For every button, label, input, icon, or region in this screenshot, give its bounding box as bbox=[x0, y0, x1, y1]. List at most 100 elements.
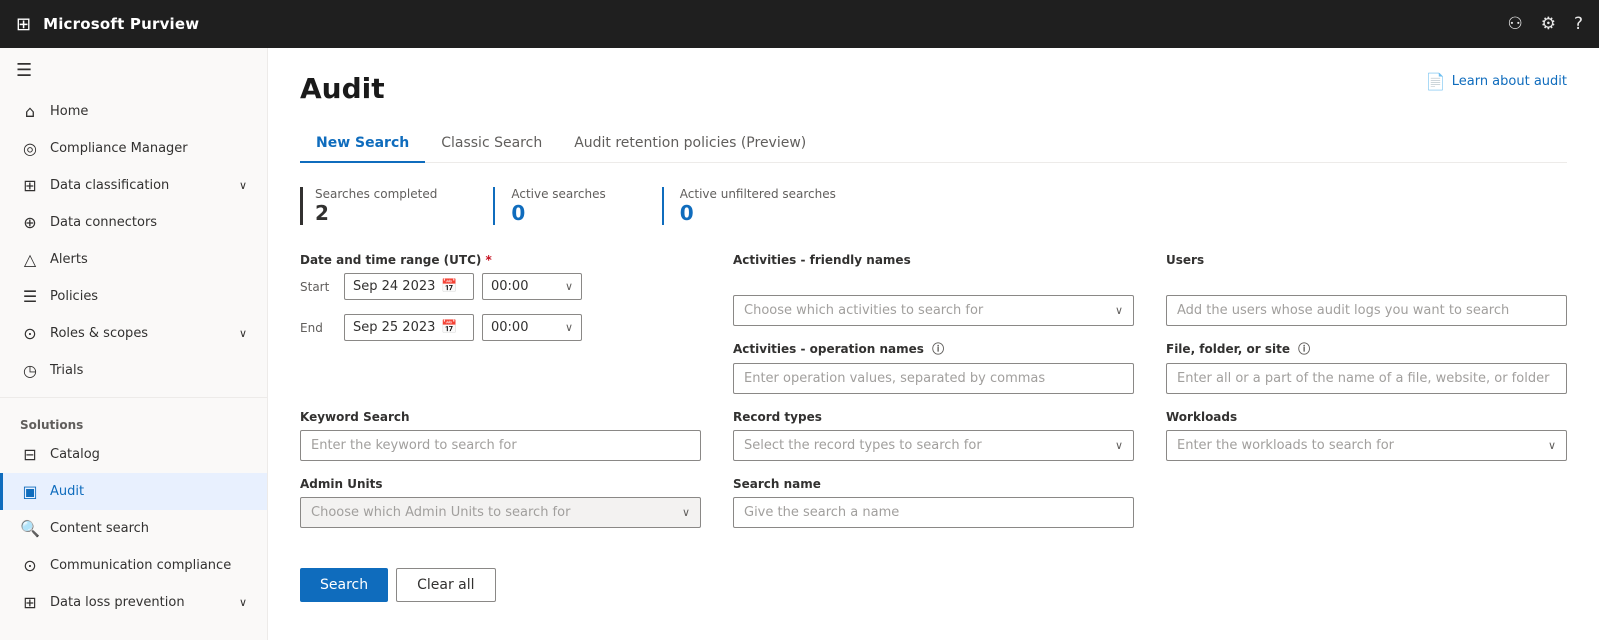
chevron-down-icon: ∨ bbox=[239, 596, 247, 609]
data-connectors-icon: ⊕ bbox=[20, 213, 40, 232]
workloads-group: Workloads Enter the workloads to search … bbox=[1166, 410, 1567, 461]
search-name-group: Search name bbox=[733, 477, 1134, 528]
record-types-select[interactable]: Select the record types to search for ∨ bbox=[733, 430, 1134, 461]
waffle-icon[interactable]: ⊞ bbox=[16, 14, 31, 35]
admin-units-label: Admin Units bbox=[300, 477, 701, 491]
record-types-group: Record types Select the record types to … bbox=[733, 410, 1134, 461]
sidebar-item-label: Home bbox=[50, 104, 88, 119]
sidebar-item-label: Catalog bbox=[50, 447, 100, 462]
sidebar-item-audit[interactable]: ▣ Audit bbox=[0, 473, 267, 510]
start-date-value: Sep 24 2023 bbox=[353, 279, 435, 294]
data-classification-icon: ⊞ bbox=[20, 176, 40, 195]
clear-all-button[interactable]: Clear all bbox=[396, 568, 495, 602]
record-types-placeholder: Select the record types to search for bbox=[744, 438, 982, 453]
content-search-icon: 🔍 bbox=[20, 519, 40, 538]
activities-friendly-placeholder: Choose which activities to search for bbox=[744, 303, 983, 318]
sidebar: ☰ ⌂ Home ◎ Compliance Manager ⊞ Data cla… bbox=[0, 48, 268, 640]
settings-icon[interactable]: ⚙ bbox=[1541, 14, 1556, 34]
policies-icon: ☰ bbox=[20, 287, 40, 306]
share-icon[interactable]: ⚇ bbox=[1507, 14, 1522, 34]
start-date-input[interactable]: Sep 24 2023 📅 bbox=[344, 273, 474, 300]
sidebar-item-alerts[interactable]: △ Alerts bbox=[0, 241, 267, 278]
sidebar-item-compliance-manager[interactable]: ◎ Compliance Manager bbox=[0, 130, 267, 167]
learn-about-audit-link[interactable]: 📄 Learn about audit bbox=[1426, 72, 1567, 91]
users-group: Users File, folder, or site ⓘ bbox=[1166, 253, 1567, 394]
audit-icon: ▣ bbox=[20, 482, 40, 501]
search-name-label: Search name bbox=[733, 477, 1134, 491]
search-name-input[interactable] bbox=[733, 497, 1134, 528]
end-date-value: Sep 25 2023 bbox=[353, 320, 435, 335]
main-content: Audit 📄 Learn about audit New Search Cla… bbox=[268, 48, 1599, 640]
stat-active-unfiltered: Active unfiltered searches 0 bbox=[662, 187, 864, 225]
workloads-placeholder: Enter the workloads to search for bbox=[1177, 438, 1394, 453]
stat-label: Searches completed bbox=[315, 187, 437, 201]
sidebar-item-trials[interactable]: ◷ Trials bbox=[0, 352, 267, 389]
communication-icon: ⊙ bbox=[20, 556, 40, 575]
learn-link-text: Learn about audit bbox=[1452, 74, 1567, 89]
stat-value: 0 bbox=[680, 201, 836, 225]
tab-new-search[interactable]: New Search bbox=[300, 125, 425, 163]
end-time-value: 00:00 bbox=[491, 320, 528, 335]
chevron-down-icon: ∨ bbox=[565, 280, 573, 293]
admin-units-placeholder: Choose which Admin Units to search for bbox=[311, 505, 570, 520]
admin-units-select[interactable]: Choose which Admin Units to search for ∨ bbox=[300, 497, 701, 528]
catalog-icon: ⊟ bbox=[20, 445, 40, 464]
stat-active-searches: Active searches 0 bbox=[493, 187, 633, 225]
chevron-down-icon: ∨ bbox=[239, 327, 247, 340]
sidebar-divider bbox=[0, 397, 267, 398]
users-input[interactable] bbox=[1166, 295, 1567, 326]
file-folder-input[interactable] bbox=[1166, 363, 1567, 394]
sidebar-item-label: Audit bbox=[50, 484, 84, 499]
end-date-input[interactable]: Sep 25 2023 📅 bbox=[344, 314, 474, 341]
sidebar-item-roles-scopes[interactable]: ⊙ Roles & scopes ∨ bbox=[0, 315, 267, 352]
sidebar-item-label: Compliance Manager bbox=[50, 141, 188, 156]
sidebar-item-communication-compliance[interactable]: ⊙ Communication compliance bbox=[0, 547, 267, 584]
sidebar-item-data-loss-prevention[interactable]: ⊞ Data loss prevention ∨ bbox=[0, 584, 267, 621]
file-folder-label: File, folder, or site ⓘ bbox=[1166, 340, 1567, 357]
activities-operation-input[interactable] bbox=[733, 363, 1134, 394]
sidebar-item-label: Roles & scopes bbox=[50, 326, 148, 341]
roles-icon: ⊙ bbox=[20, 324, 40, 343]
tabs-container: New Search Classic Search Audit retentio… bbox=[300, 125, 1567, 163]
tab-classic-search[interactable]: Classic Search bbox=[425, 125, 558, 163]
chevron-down-icon: ∨ bbox=[1115, 439, 1123, 452]
sidebar-item-data-classification[interactable]: ⊞ Data classification ∨ bbox=[0, 167, 267, 204]
activities-friendly-select[interactable]: Choose which activities to search for ∨ bbox=[733, 295, 1134, 326]
sidebar-item-label: Alerts bbox=[50, 252, 88, 267]
sidebar-item-label: Policies bbox=[50, 289, 98, 304]
activities-friendly-label: Activities - friendly names bbox=[733, 253, 1134, 267]
stat-value: 0 bbox=[511, 201, 605, 225]
main-layout: ☰ ⌂ Home ◎ Compliance Manager ⊞ Data cla… bbox=[0, 48, 1599, 640]
alerts-icon: △ bbox=[20, 250, 40, 269]
sidebar-item-data-connectors[interactable]: ⊕ Data connectors bbox=[0, 204, 267, 241]
topbar: ⊞ Microsoft Purview ⚇ ⚙ ? bbox=[0, 0, 1599, 48]
sidebar-item-policies[interactable]: ☰ Policies bbox=[0, 278, 267, 315]
keyword-input[interactable] bbox=[300, 430, 701, 461]
tab-audit-retention[interactable]: Audit retention policies (Preview) bbox=[558, 125, 822, 163]
sidebar-item-catalog[interactable]: ⊟ Catalog bbox=[0, 436, 267, 473]
calendar-icon: 📅 bbox=[441, 279, 457, 294]
date-range-label: Date and time range (UTC) * bbox=[300, 253, 701, 267]
home-icon: ⌂ bbox=[20, 102, 40, 121]
sidebar-item-label: Data classification bbox=[50, 178, 169, 193]
workloads-select[interactable]: Enter the workloads to search for ∨ bbox=[1166, 430, 1567, 461]
hamburger-icon[interactable]: ☰ bbox=[0, 48, 267, 93]
sidebar-item-label: Content search bbox=[50, 521, 149, 536]
stat-label: Active searches bbox=[511, 187, 605, 201]
start-time-select[interactable]: 00:00 ∨ bbox=[482, 273, 582, 300]
chevron-down-icon: ∨ bbox=[565, 321, 573, 334]
help-icon[interactable]: ? bbox=[1574, 14, 1583, 34]
app-title: Microsoft Purview bbox=[43, 15, 199, 33]
sidebar-item-label: Data loss prevention bbox=[50, 595, 185, 610]
start-label: Start bbox=[300, 280, 336, 294]
trials-icon: ◷ bbox=[20, 361, 40, 380]
search-button[interactable]: Search bbox=[300, 568, 388, 602]
action-buttons: Search Clear all bbox=[300, 568, 1567, 602]
chevron-down-icon: ∨ bbox=[682, 506, 690, 519]
chevron-down-icon: ∨ bbox=[239, 179, 247, 192]
sidebar-item-label: Data connectors bbox=[50, 215, 157, 230]
record-types-label: Record types bbox=[733, 410, 1134, 424]
sidebar-item-home[interactable]: ⌂ Home bbox=[0, 93, 267, 130]
end-time-select[interactable]: 00:00 ∨ bbox=[482, 314, 582, 341]
sidebar-item-content-search[interactable]: 🔍 Content search bbox=[0, 510, 267, 547]
